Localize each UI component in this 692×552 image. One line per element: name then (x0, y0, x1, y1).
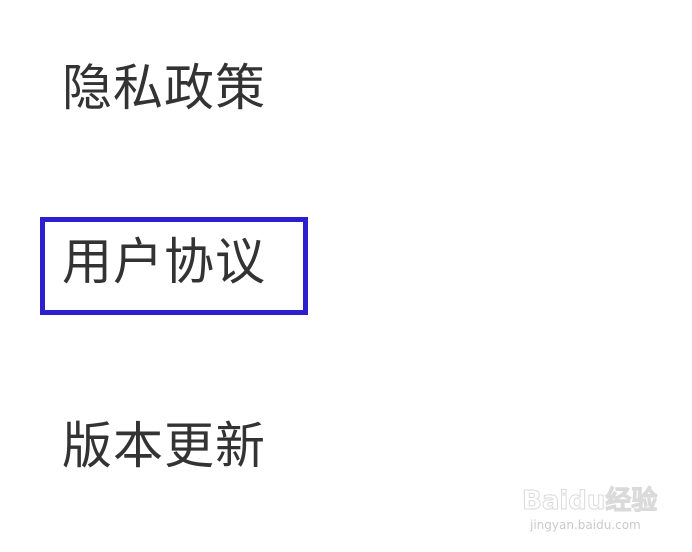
menu-item-label: 用户协议 (62, 233, 266, 291)
menu-item-label: 隐私政策 (62, 59, 266, 117)
watermark-url: jingyan.baidu.com (530, 518, 641, 532)
watermark-brand: Baidu经验 (521, 486, 658, 517)
menu-item-label: 版本更新 (62, 417, 266, 475)
settings-screen: 隐私政策 用户协议 版本更新 Baidu经验 jingyan.baidu.com (0, 0, 692, 552)
baidu-jingyan-watermark: Baidu经验 jingyan.baidu.com (521, 480, 672, 542)
menu-item-version-update[interactable]: 版本更新 (62, 414, 266, 478)
menu-item-user-agreement[interactable]: 用户协议 (62, 230, 266, 294)
menu-item-privacy-policy[interactable]: 隐私政策 (62, 56, 266, 120)
